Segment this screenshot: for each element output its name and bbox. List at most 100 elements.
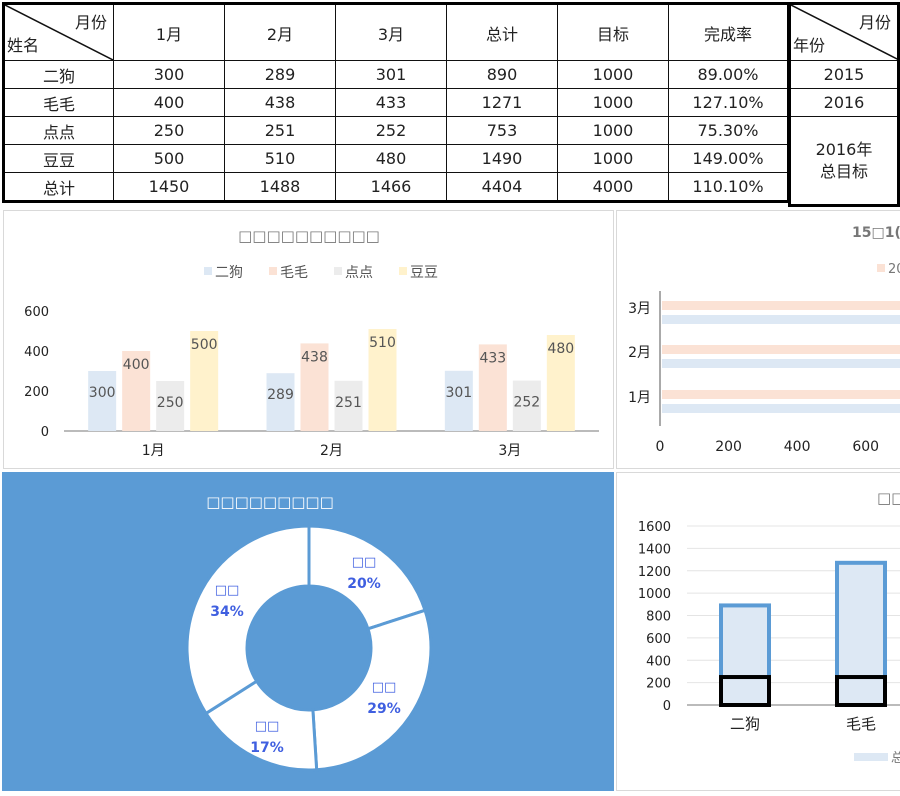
year-compare-chart: 15□1(20 1月 2月 3月 0 200 400 600 — [628, 225, 900, 455]
header-target: 目标 — [557, 3, 669, 61]
y-tick-label: 200 — [646, 677, 671, 692]
row-name: 总计 — [3, 172, 114, 202]
data-label: 252 — [513, 395, 540, 411]
bar-2016 — [662, 345, 900, 354]
legend-swatch — [334, 267, 342, 275]
monthly-bar-chart-panel: □□□□□□□□□□ 二狗 毛毛 点点 豆豆 0 200 400 600 1月 300 400 250 5… — [3, 210, 614, 469]
legend-label: 毛毛 — [280, 265, 308, 281]
row-name: 豆豆 — [3, 144, 114, 173]
legend-swatch — [399, 267, 407, 275]
year-corner-cell: 月份 年份 — [789, 3, 899, 61]
slice-name-label: □□ — [352, 555, 377, 570]
x-tick-label: 1月 — [142, 443, 165, 459]
row-name: 毛毛 — [3, 88, 114, 117]
legend-label: 二狗 — [215, 265, 243, 281]
table-cell: 1490 — [446, 144, 558, 173]
table-row: 总计 1450 1488 1466 4404 4000 110.10% — [3, 172, 789, 202]
bar — [444, 370, 473, 431]
x-tick-label: 3月 — [498, 443, 521, 459]
bar-2015 — [662, 359, 900, 368]
data-label: 301 — [445, 385, 472, 401]
monthly-bar-chart: □□□□□□□□□□ 二狗 毛毛 点点 豆豆 0 200 400 600 1月 300 400 250 5… — [24, 227, 599, 459]
slice-percent-label: 29% — [367, 701, 401, 717]
header-jan: 1月 — [113, 3, 225, 61]
y-tick-label: 600 — [646, 632, 671, 647]
table-row: 二狗 300 289 301 890 1000 89.00% — [3, 60, 789, 89]
target-bar-chart-panel: □□ 0 200 400 600 800 1000 1200 1400 1600 二狗 毛毛总 — [616, 472, 900, 791]
chart-title: 15□1( — [852, 225, 900, 241]
slice-percent-label: 34% — [210, 604, 244, 620]
table-cell: 250 — [113, 116, 225, 145]
row-name: 点点 — [3, 116, 114, 145]
bar-2016 — [662, 390, 900, 399]
donut-chart-panel: □□□□□□□□□ □□ 20% □□ 29% □□ 17% □□ 34% — [2, 472, 614, 791]
bar-2016 — [662, 301, 900, 310]
y-tick-label: 1月 — [628, 390, 651, 406]
x-tick-label: 0 — [656, 439, 665, 455]
table-cell: 753 — [446, 116, 558, 145]
data-label: 510 — [369, 335, 396, 351]
x-tick-label: 毛毛 — [846, 715, 876, 733]
row-name: 二狗 — [3, 60, 114, 89]
slice-name-label: □□ — [372, 680, 397, 695]
sales-table: 月份 姓名 1月 2月 3月 总计 目标 完成率 二狗 300 289 301 890 1… — [2, 2, 790, 203]
header-feb: 2月 — [224, 3, 336, 61]
data-label: 480 — [547, 341, 574, 357]
slice-percent-label: 17% — [250, 740, 284, 756]
table-cell: 89.00% — [668, 60, 789, 89]
table-cell: 400 — [113, 88, 225, 117]
table-cell: 500 — [113, 144, 225, 173]
x-tick-label: 2月 — [320, 443, 343, 459]
corner-month-label: 月份 — [858, 13, 891, 32]
data-label: 438 — [301, 349, 328, 365]
corner-name-label: 姓名 — [7, 36, 40, 55]
y-tick-label: 2月 — [628, 345, 651, 361]
slice-name-label: □□ — [255, 719, 280, 734]
corner-header-cell: 月份 姓名 — [3, 3, 114, 61]
total-target-line2: 总目标 — [819, 161, 868, 181]
table-cell: 480 — [335, 144, 447, 173]
table-cell: 289 — [224, 60, 336, 89]
table-cell: 1450 — [113, 172, 225, 202]
table-cell: 1000 — [557, 60, 669, 89]
legend-swatch — [269, 267, 277, 275]
data-label: 500 — [191, 337, 218, 353]
y-tick-label: 600 — [24, 305, 49, 320]
y-tick-label: 1600 — [638, 520, 671, 535]
table-cell: 438 — [224, 88, 336, 117]
table-cell: 1271 — [446, 88, 558, 117]
table-cell: 127.10% — [668, 88, 789, 117]
table-cell: 75.30% — [668, 116, 789, 145]
legend-label: 豆豆 — [410, 265, 438, 281]
y-tick-label: 400 — [646, 654, 671, 669]
table-row: 点点 250 251 252 753 1000 75.30% — [3, 116, 789, 145]
year-table: 月份 年份 2015 2016 2016年 总目标 — [788, 2, 900, 207]
donut-slice — [185, 524, 311, 716]
donut-chart: □□□□□□□□□□□20%□□29%□□17%□□34% — [185, 493, 433, 772]
table-row: 毛毛 400 438 433 1271 1000 127.10% — [3, 88, 789, 117]
y-tick-label: 1400 — [638, 542, 671, 557]
chart-title: □□□□□□□□□ — [206, 493, 334, 511]
year-compare-chart-panel: 15□1(20 1月 2月 3月 0 200 400 600 — [616, 210, 900, 469]
x-tick-label: 二狗 — [730, 715, 760, 733]
header-rate: 完成率 — [668, 3, 789, 61]
data-label: 433 — [479, 350, 506, 366]
data-label: 289 — [267, 387, 294, 403]
chart-title: □□ — [877, 489, 900, 507]
table-cell: 1000 — [557, 88, 669, 117]
x-tick-label: 600 — [852, 439, 879, 455]
y-tick-label: 200 — [24, 385, 49, 400]
slice-percent-label: 20% — [347, 576, 381, 592]
total-bar — [835, 560, 887, 708]
header-mar: 3月 — [335, 3, 447, 61]
legend-label: 点点 — [345, 265, 373, 281]
data-label: 250 — [157, 395, 184, 411]
table-cell: 1000 — [557, 116, 669, 145]
header-total: 总计 — [446, 3, 558, 61]
y-tick-label: 0 — [663, 699, 671, 714]
chart-title: □□□□□□□□□□ — [238, 227, 380, 245]
y-tick-label: 800 — [646, 610, 671, 625]
y-tick-label: 400 — [24, 345, 49, 360]
table-cell: 510 — [224, 144, 336, 173]
year-cell: 2015 — [789, 60, 899, 89]
